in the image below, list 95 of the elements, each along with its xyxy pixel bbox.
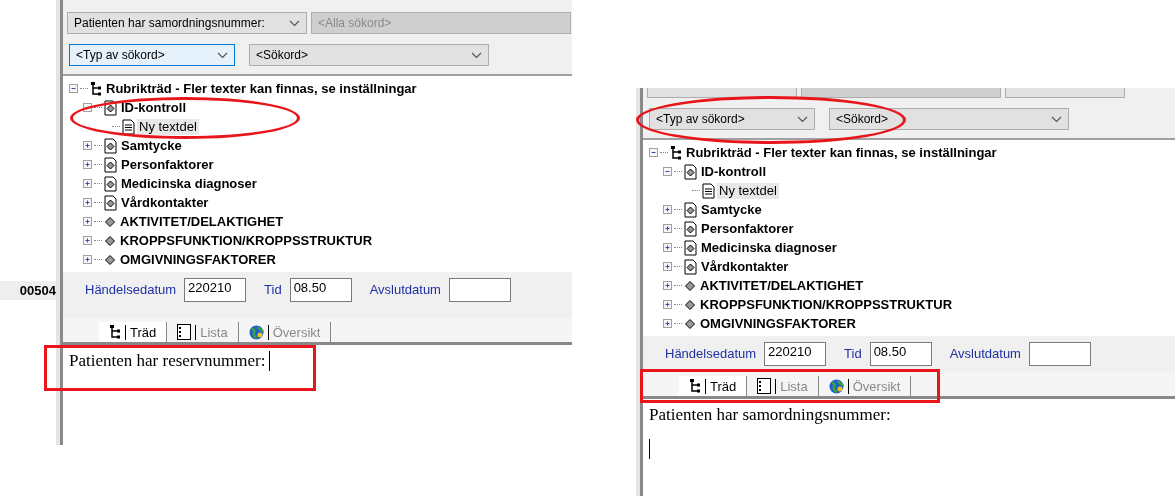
globe-icon <box>248 324 264 340</box>
page-icon <box>702 182 715 199</box>
page-icon <box>122 118 135 135</box>
field-label: Händelsedatum <box>665 345 757 363</box>
record-number: 00504 <box>0 281 56 300</box>
tree-node-label[interactable]: Samtycke <box>699 201 764 218</box>
date-input[interactable] <box>1028 342 1091 366</box>
tree-structure-icon <box>109 325 121 339</box>
chevron-down-icon <box>217 51 228 59</box>
tree-node-label[interactable]: Personfaktorer <box>119 156 216 173</box>
dropdown[interactable]: Patienten har samordningsnummer: <box>67 12 307 34</box>
text-editor[interactable]: Patienten har reservnummer: <box>63 343 572 445</box>
expand-toggle[interactable] <box>83 217 92 226</box>
expand-toggle[interactable] <box>83 255 92 264</box>
chevron-down-icon <box>797 115 808 123</box>
dropdown[interactable]: <Typ av sökord> <box>69 44 235 66</box>
field-label: Händelsedatum <box>85 281 177 299</box>
field-label: Tid <box>844 345 862 363</box>
expand-toggle[interactable] <box>663 224 672 233</box>
dropdown[interactable]: <Sökord> <box>249 44 489 66</box>
dropdown[interactable]: <Typ av sökord> <box>649 108 815 130</box>
tree-node-label[interactable]: Rubrikträd - Fler texter kan finnas, se inställningar <box>684 144 999 161</box>
document-diamond-icon <box>684 163 697 180</box>
collapse-toggle[interactable] <box>663 167 672 176</box>
collapse-toggle[interactable] <box>83 103 92 112</box>
tree-node-label[interactable]: Samtycke <box>119 137 184 154</box>
expand-toggle[interactable] <box>663 319 672 328</box>
list-icon <box>177 324 192 340</box>
field-label: Tid <box>264 281 282 299</box>
expand-toggle[interactable] <box>663 300 672 309</box>
document-diamond-icon <box>104 137 117 154</box>
document-diamond-icon <box>104 99 117 116</box>
tree-node-label[interactable]: AKTIVITET/DELAKTIGHET <box>118 213 286 230</box>
expand-toggle[interactable] <box>663 281 672 290</box>
tab[interactable]: Träd <box>679 376 748 396</box>
tree-structure-icon <box>90 81 102 96</box>
date-input[interactable] <box>448 278 511 302</box>
tree-node-label[interactable]: ID-kontroll <box>699 163 768 180</box>
tree-node-label[interactable]: Vårdkontakter <box>119 194 211 211</box>
tree-node-label[interactable]: Ny textdel <box>137 118 199 135</box>
document-diamond-icon <box>104 194 117 211</box>
document-diamond-icon <box>104 175 117 192</box>
editor-text: Patienten har samordningsnummer: <box>649 405 891 425</box>
text-cursor <box>269 351 271 371</box>
expand-toggle[interactable] <box>83 160 92 169</box>
date-input[interactable]: 220210 <box>184 278 247 302</box>
diamond-icon <box>684 298 696 311</box>
tree-node-label[interactable]: OMGIVNINGSFAKTORER <box>118 251 278 268</box>
globe-icon <box>828 378 844 394</box>
text-cursor <box>649 439 650 459</box>
chevron-down-icon <box>1051 115 1062 123</box>
document-diamond-icon <box>684 239 697 256</box>
diamond-icon <box>104 253 116 266</box>
diamond-icon <box>684 317 696 330</box>
expand-toggle[interactable] <box>83 141 92 150</box>
document-diamond-icon <box>684 201 697 218</box>
tree-structure-icon <box>670 145 682 160</box>
expand-toggle[interactable] <box>663 262 672 271</box>
chevron-down-icon <box>289 19 300 27</box>
tree-node-label[interactable]: Medicinska diagnoser <box>119 175 259 192</box>
diamond-icon <box>104 215 116 228</box>
collapse-toggle[interactable] <box>69 84 78 93</box>
tree-node-label[interactable]: Rubrikträd - Fler texter kan finnas, se inställningar <box>104 80 419 97</box>
document-diamond-icon <box>684 258 697 275</box>
tab[interactable]: Träd <box>99 322 168 342</box>
document-diamond-icon <box>684 220 697 237</box>
dropdown[interactable]: <Sökord> <box>829 108 1069 130</box>
document-diamond-icon <box>104 156 117 173</box>
date-input[interactable]: 08.50 <box>289 278 352 302</box>
chevron-down-icon <box>471 51 482 59</box>
tree-node-label[interactable]: ID-kontroll <box>119 99 188 116</box>
tree-node-label[interactable]: KROPPSFUNKTION/KROPPSSTRUKTUR <box>698 296 955 313</box>
expand-toggle[interactable] <box>663 205 672 214</box>
field-label: Avslutdatum <box>369 281 441 299</box>
editor-text: Patienten har reservnummer: <box>69 351 266 371</box>
expand-toggle[interactable] <box>83 236 92 245</box>
date-input[interactable]: 220210 <box>764 342 827 366</box>
tree-node-label[interactable]: Medicinska diagnoser <box>699 239 839 256</box>
list-icon <box>757 378 772 394</box>
expand-toggle[interactable] <box>83 198 92 207</box>
tree-structure-icon <box>689 379 701 393</box>
text-editor[interactable]: Patienten har samordningsnummer: <box>643 397 1175 496</box>
field-label: Avslutdatum <box>949 345 1021 363</box>
diamond-icon <box>104 234 116 247</box>
tree-node-label[interactable]: KROPPSFUNKTION/KROPPSSTRUKTUR <box>118 232 375 249</box>
diamond-icon <box>684 279 696 292</box>
tree-node-label[interactable]: Vårdkontakter <box>699 258 791 275</box>
tree-node-label[interactable]: AKTIVITET/DELAKTIGHET <box>698 277 866 294</box>
expand-toggle[interactable] <box>663 243 672 252</box>
expand-toggle[interactable] <box>83 179 92 188</box>
date-input[interactable]: 08.50 <box>869 342 932 366</box>
tree-node-label[interactable]: OMGIVNINGSFAKTORER <box>698 315 858 332</box>
tree-node-label[interactable]: Personfaktorer <box>699 220 796 237</box>
tree-node-label[interactable]: Ny textdel <box>717 182 779 199</box>
collapse-toggle[interactable] <box>649 148 658 157</box>
